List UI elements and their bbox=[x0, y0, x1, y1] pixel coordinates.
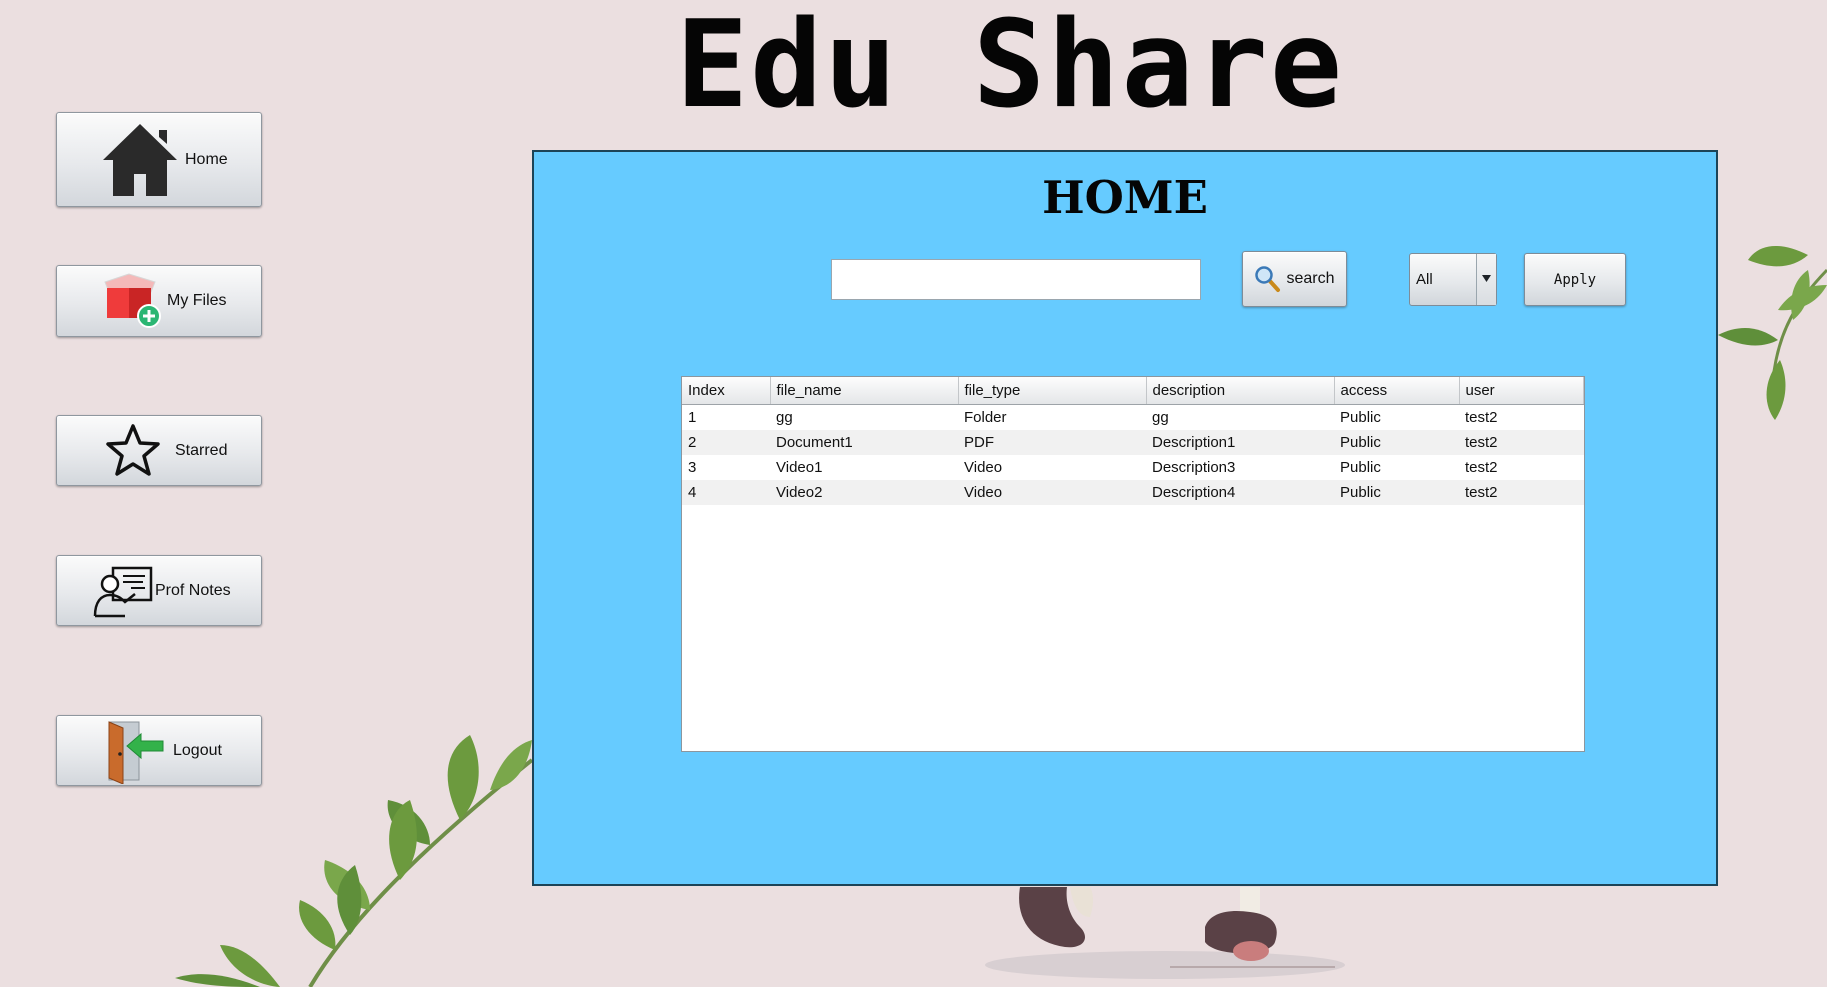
chevron-down-icon bbox=[1482, 275, 1491, 282]
cell-user: test2 bbox=[1465, 458, 1498, 476]
cell-access: Public bbox=[1334, 479, 1459, 505]
character-feet-decoration bbox=[985, 887, 1345, 979]
table-header-row: Index file_name file_type description ac… bbox=[682, 377, 1584, 405]
search-button-label: search bbox=[1286, 270, 1335, 287]
sidebar-item-starred[interactable]: Starred bbox=[56, 415, 262, 486]
access-filter-select[interactable]: All bbox=[1409, 253, 1497, 306]
cell-file-type: Video bbox=[958, 479, 1146, 505]
column-header-file-name[interactable]: file_name bbox=[770, 377, 959, 405]
apply-button-label: Apply bbox=[1553, 271, 1597, 288]
table-row[interactable]: 3 Video1 Video Description3 Public test2 bbox=[682, 455, 1584, 480]
cell-file-name: Video1 bbox=[776, 458, 823, 476]
sidebar-item-home[interactable]: Home bbox=[56, 112, 262, 207]
sidebar-item-prof-notes[interactable]: Prof Notes bbox=[56, 555, 262, 626]
page-title: HOME bbox=[1042, 171, 1208, 224]
magnifier-icon bbox=[1255, 266, 1281, 292]
table-row[interactable]: 4 Video2 Video Description4 Public test2 bbox=[682, 479, 1584, 505]
sidebar-item-my-files-label: My Files bbox=[167, 292, 227, 309]
apply-button[interactable]: Apply bbox=[1524, 253, 1626, 306]
cell-access: Public bbox=[1340, 408, 1381, 426]
cell-description: Description4 bbox=[1146, 479, 1334, 505]
cell-index: 2 bbox=[682, 429, 770, 455]
search-button[interactable]: search bbox=[1242, 251, 1347, 307]
sidebar-item-my-files[interactable]: My Files bbox=[56, 265, 262, 337]
professor-board-icon bbox=[93, 566, 153, 617]
column-header-index[interactable]: Index bbox=[682, 377, 771, 405]
dropdown-arrow-button[interactable] bbox=[1476, 254, 1496, 305]
cell-user: test2 bbox=[1465, 408, 1498, 426]
home-icon bbox=[103, 123, 177, 196]
exit-door-icon bbox=[108, 720, 164, 784]
cell-file-type: Folder bbox=[964, 408, 1007, 426]
cell-index: 1 bbox=[688, 408, 697, 426]
table-row[interactable]: 1 gg Folder gg Public test2 bbox=[682, 404, 1584, 430]
sidebar-item-starred-label: Starred bbox=[175, 441, 228, 459]
cell-file-name: Video2 bbox=[770, 479, 958, 505]
cell-access: Public bbox=[1340, 458, 1381, 476]
cell-index: 3 bbox=[688, 458, 697, 476]
column-header-access[interactable]: access bbox=[1334, 377, 1460, 405]
cell-access: Public bbox=[1334, 429, 1459, 455]
column-header-description[interactable]: description bbox=[1146, 377, 1335, 405]
column-header-file-type[interactable]: file_type bbox=[958, 377, 1147, 405]
cell-file-type: Video bbox=[964, 458, 1003, 476]
sidebar-item-logout-label: Logout bbox=[173, 741, 222, 759]
cell-file-type: PDF bbox=[958, 429, 1146, 455]
access-filter-value: All bbox=[1416, 271, 1433, 288]
column-header-user[interactable]: user bbox=[1459, 377, 1584, 405]
files-table: Index file_name file_type description ac… bbox=[681, 376, 1585, 752]
add-box-icon bbox=[104, 273, 161, 328]
cell-file-name: Document1 bbox=[770, 429, 958, 455]
leaf-branch-right-decoration bbox=[1718, 245, 1827, 420]
cell-file-name: gg bbox=[776, 408, 793, 426]
sidebar-item-logout[interactable]: Logout bbox=[56, 715, 262, 786]
cell-user: test2 bbox=[1459, 479, 1584, 505]
cell-description: Description1 bbox=[1146, 429, 1334, 455]
search-input[interactable] bbox=[831, 259, 1201, 300]
app-title: Edu Share bbox=[675, 0, 1345, 135]
table-row[interactable]: 2 Document1 PDF Description1 Public test… bbox=[682, 429, 1584, 455]
cell-description: gg bbox=[1152, 408, 1169, 426]
cell-description: Description3 bbox=[1152, 458, 1236, 476]
home-panel: HOME search All Apply Index file_name fi… bbox=[532, 150, 1718, 886]
cell-user: test2 bbox=[1459, 429, 1584, 455]
star-icon bbox=[106, 423, 160, 476]
sidebar-item-prof-notes-label: Prof Notes bbox=[155, 581, 231, 599]
cell-index: 4 bbox=[682, 479, 770, 505]
sidebar-item-home-label: Home bbox=[185, 150, 228, 168]
